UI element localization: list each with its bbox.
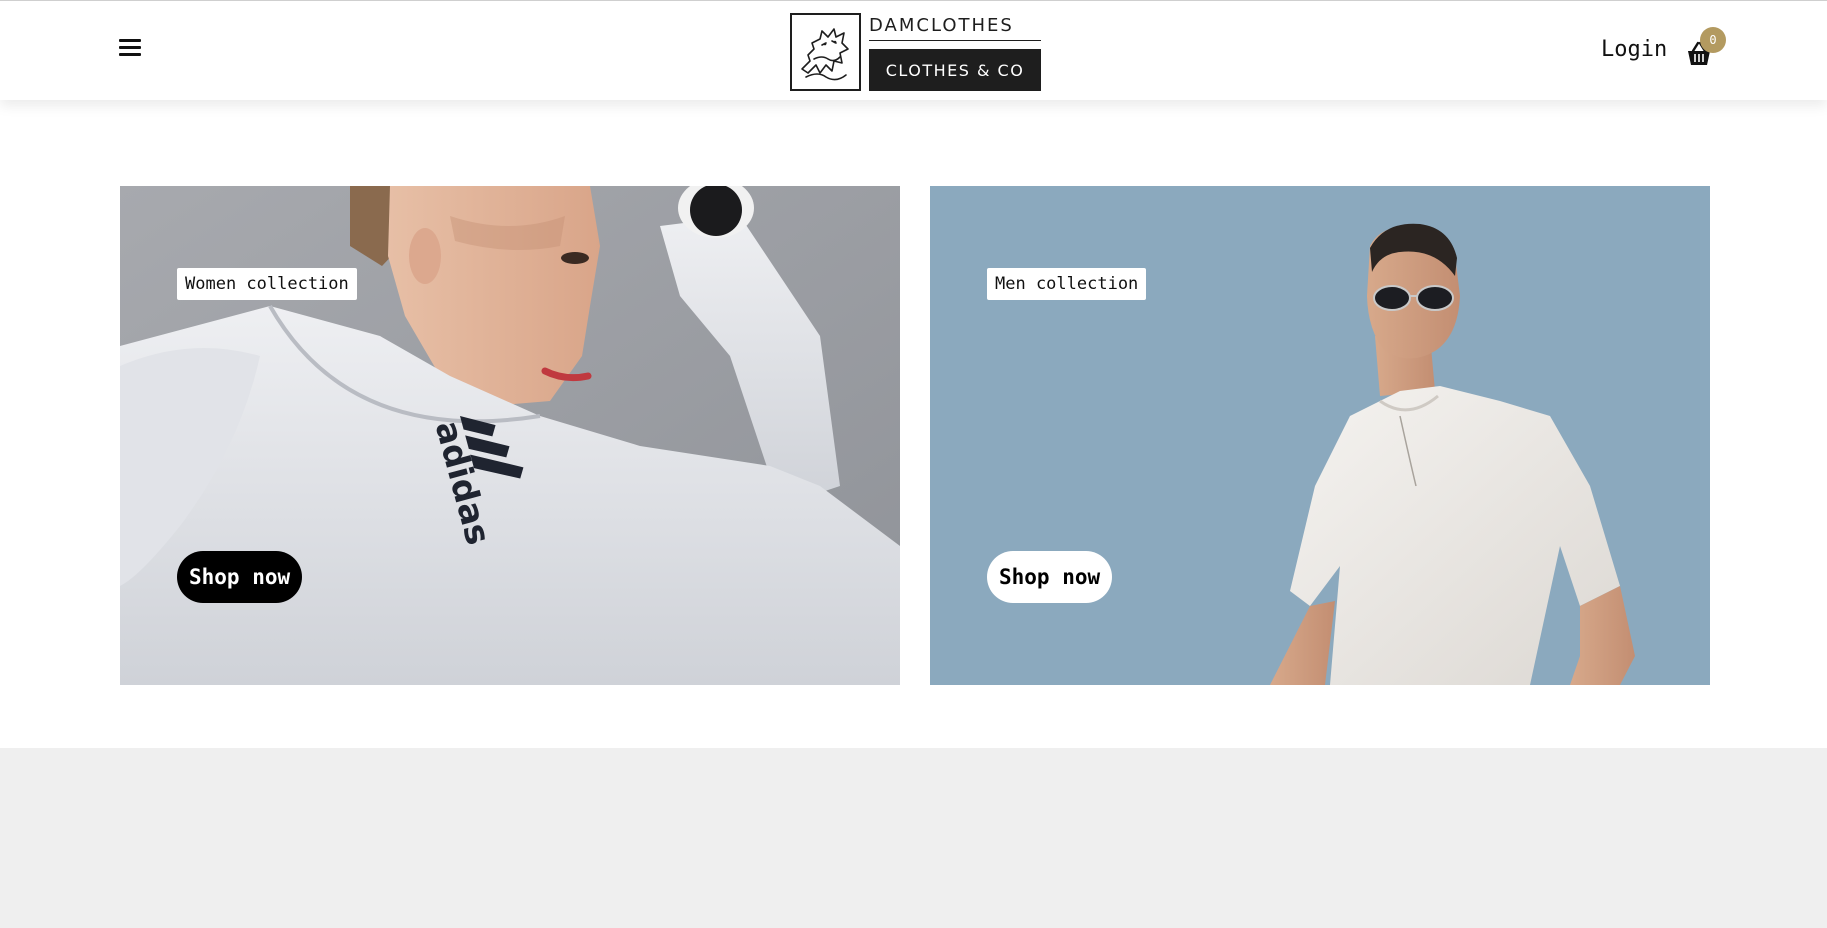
site-header: DAMCLOTHES CLOTHES & CO Login 0 [0, 0, 1827, 100]
men-collection-label: Men collection [987, 268, 1147, 300]
login-link[interactable]: Login [1601, 37, 1667, 62]
men-collection-card[interactable]: Men collection Shop now [930, 186, 1710, 685]
women-shop-now-button[interactable]: Shop now [177, 551, 303, 603]
site-logo[interactable]: DAMCLOTHES CLOTHES & CO [790, 13, 1041, 91]
hamburger-menu-icon[interactable] [116, 36, 144, 60]
women-collection-label: Women collection [177, 268, 357, 300]
footer-band [0, 748, 1827, 928]
wolf-emblem-icon [790, 13, 861, 91]
cart-count-badge: 0 [1700, 27, 1726, 53]
cart-button[interactable]: 0 [1684, 27, 1726, 69]
women-collection-photo: adidas [120, 186, 900, 685]
logo-wordmark-bottom: CLOTHES & CO [869, 49, 1041, 91]
men-shop-now-button[interactable]: Shop now [987, 551, 1113, 603]
men-collection-photo [930, 186, 1710, 685]
logo-wordmark-top: DAMCLOTHES [869, 15, 1041, 41]
women-collection-card[interactable]: adidas Women collection Shop now [120, 186, 900, 685]
